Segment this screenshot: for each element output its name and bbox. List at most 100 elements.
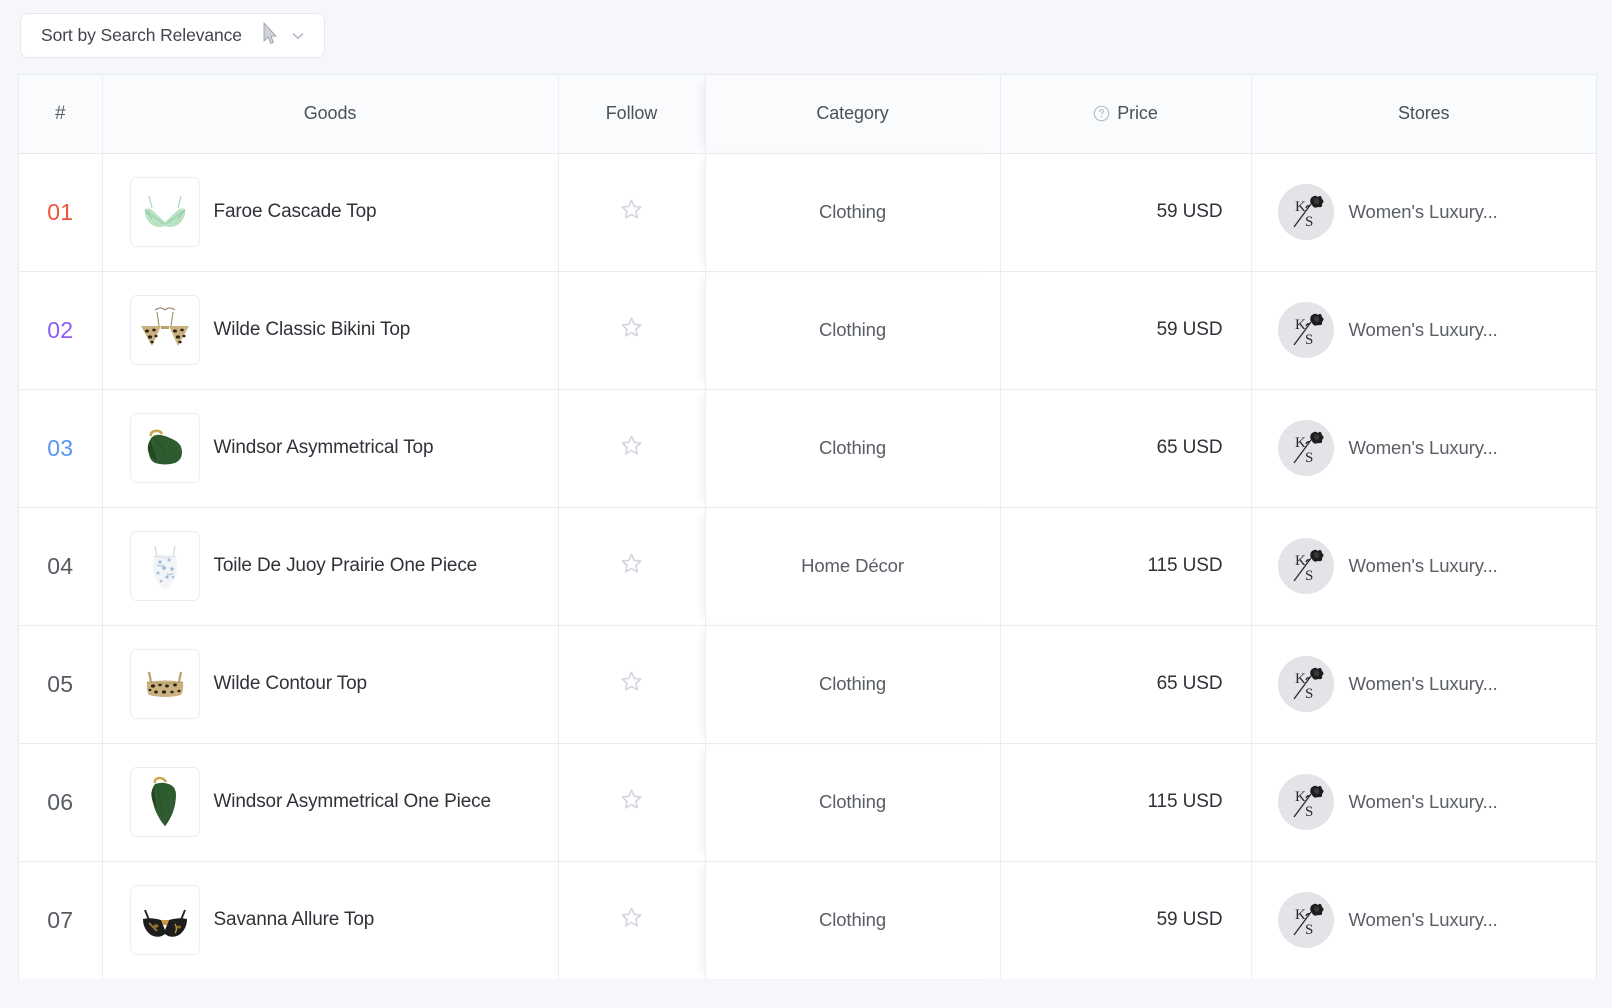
svg-text:S: S <box>1305 804 1313 820</box>
store-avatar-ks-rose-logo[interactable]: K S <box>1277 892 1334 949</box>
row-stores[interactable]: K S Women's Luxury... <box>1251 743 1596 862</box>
row-goods[interactable]: Windsor Asymmetrical Top <box>102 389 559 508</box>
product-name: Toile De Juoy Prairie One Piece <box>213 555 478 576</box>
row-goods[interactable]: Wilde Contour Top <box>102 625 559 744</box>
row-rank: 06 <box>19 743 103 862</box>
column-header-price[interactable]: Price <box>1000 75 1252 154</box>
store-avatar-ks-rose-logo[interactable]: K S <box>1277 420 1334 476</box>
row-follow[interactable] <box>558 153 706 272</box>
product-name: Wilde Classic Bikini Top <box>213 319 411 340</box>
row-goods[interactable]: Savanna Allure Top <box>102 861 559 979</box>
star-outline-icon[interactable] <box>619 197 644 222</box>
svg-text:S: S <box>1305 214 1313 230</box>
star-outline-icon[interactable] <box>619 433 644 458</box>
row-stores[interactable]: K S Women's Luxury... <box>1251 625 1596 744</box>
row-rank: 07 <box>19 861 103 979</box>
store-name: Women's Luxury... <box>1348 319 1498 340</box>
product-thumbnail-black-gold-bra-top[interactable] <box>129 885 200 956</box>
row-rank: 01 <box>19 153 103 272</box>
table-row[interactable]: 06 Windsor Asymmetrical One Piece Clothi… <box>19 743 1596 862</box>
table-header-row: # Goods Follow Category Price Stores <box>19 75 1596 154</box>
column-header-goods-label: Goods <box>303 103 357 124</box>
store-name: Women's Luxury... <box>1348 555 1498 576</box>
column-header-stores[interactable]: Stores <box>1251 75 1596 154</box>
row-stores[interactable]: K S Women's Luxury... <box>1251 861 1596 979</box>
store-avatar-ks-rose-logo[interactable]: K S <box>1277 302 1334 358</box>
row-follow[interactable] <box>558 625 706 744</box>
column-header-category-label: Category <box>816 103 889 124</box>
row-rank: 02 <box>19 271 103 390</box>
row-stores[interactable]: K S Women's Luxury... <box>1251 153 1596 272</box>
star-outline-icon[interactable] <box>619 787 644 812</box>
row-stores[interactable]: K S Women's Luxury... <box>1251 389 1596 508</box>
row-category: Clothing <box>705 271 1001 390</box>
row-price: 115 USD <box>1000 743 1252 862</box>
row-follow[interactable] <box>558 861 706 979</box>
table-row[interactable]: 03 Windsor Asymmetrical Top Clothing 65 … <box>19 389 1596 508</box>
star-outline-icon[interactable] <box>619 905 644 930</box>
product-thumbnail-mint-green-bikini-top[interactable] <box>129 177 200 247</box>
store-name: Women's Luxury... <box>1348 437 1498 458</box>
goods-table-container: # Goods Follow Category Price Stores 01 … <box>18 74 1597 979</box>
column-header-goods[interactable]: Goods <box>102 75 559 154</box>
product-thumbnail-leopard-triangle-bikini-top[interactable] <box>129 295 200 365</box>
row-follow[interactable] <box>558 389 706 508</box>
table-row[interactable]: 05 Wilde Contour Top Clothing 65 USD K S… <box>19 625 1596 744</box>
row-goods[interactable]: Wilde Classic Bikini Top <box>102 271 559 390</box>
row-stores[interactable]: K S Women's Luxury... <box>1251 271 1596 390</box>
row-category: Clothing <box>705 625 1001 744</box>
store-avatar-ks-rose-logo[interactable]: K S <box>1277 656 1334 712</box>
row-follow[interactable] <box>558 507 706 626</box>
row-follow[interactable] <box>558 743 706 862</box>
row-goods[interactable]: Windsor Asymmetrical One Piece <box>102 743 559 862</box>
row-category: Clothing <box>705 861 1001 979</box>
row-category: Clothing <box>705 743 1001 862</box>
column-header-category[interactable]: Category <box>705 75 1001 154</box>
column-header-rank[interactable]: # <box>19 75 103 154</box>
column-header-follow[interactable]: Follow <box>558 75 706 154</box>
chevron-down-icon <box>290 28 306 44</box>
svg-text:S: S <box>1305 686 1313 702</box>
table-row[interactable]: 07 Savanna Allure Top Clothing 59 USD K … <box>19 861 1596 979</box>
svg-text:S: S <box>1305 450 1313 466</box>
product-thumbnail-green-asymmetrical-top[interactable] <box>129 413 200 483</box>
table-header: # Goods Follow Category Price Stores <box>19 75 1596 154</box>
row-goods[interactable]: Toile De Juoy Prairie One Piece <box>102 507 559 626</box>
product-name: Windsor Asymmetrical One Piece <box>213 791 492 812</box>
product-name: Savanna Allure Top <box>213 909 375 931</box>
row-goods[interactable]: Faroe Cascade Top <box>102 153 559 272</box>
toolbar: Sort by Search Relevance <box>0 0 1612 70</box>
product-thumbnail-green-asymmetrical-one-piece[interactable] <box>129 767 200 837</box>
table-row[interactable]: 02 Wilde Classic Bikini Top Clothing 59 … <box>19 271 1596 390</box>
column-header-price-label: Price <box>1117 103 1158 124</box>
table-row[interactable]: 01 Faroe Cascade Top Clothing 59 USD K S… <box>19 153 1596 272</box>
row-follow[interactable] <box>558 271 706 390</box>
svg-text:S: S <box>1305 922 1313 938</box>
row-category: Clothing <box>705 389 1001 508</box>
star-outline-icon[interactable] <box>619 669 644 694</box>
star-outline-icon[interactable] <box>619 551 644 576</box>
svg-text:S: S <box>1305 332 1313 348</box>
row-price: 65 USD <box>1000 389 1252 508</box>
store-avatar-ks-rose-logo[interactable]: K S <box>1277 774 1334 830</box>
row-rank: 05 <box>19 625 103 744</box>
store-avatar-ks-rose-logo[interactable]: K S <box>1277 184 1334 240</box>
sort-dropdown[interactable]: Sort by Search Relevance <box>20 13 325 58</box>
product-thumbnail-toile-print-one-piece[interactable] <box>129 531 200 601</box>
row-price: 59 USD <box>1000 271 1252 390</box>
row-price: 115 USD <box>1000 507 1252 626</box>
table-row[interactable]: 04 Toile De Juoy Prairie One Piece Home … <box>19 507 1596 626</box>
product-name: Wilde Contour Top <box>213 673 368 694</box>
store-avatar-ks-rose-logo[interactable]: K S <box>1277 538 1334 594</box>
store-name: Women's Luxury... <box>1348 791 1498 812</box>
help-circle-icon[interactable] <box>1093 105 1110 122</box>
column-header-follow-label: Follow <box>605 103 658 124</box>
column-header-rank-label: # <box>55 102 66 124</box>
product-thumbnail-leopard-bralette-top[interactable] <box>129 649 200 719</box>
row-rank: 03 <box>19 389 103 508</box>
table-body: 01 Faroe Cascade Top Clothing 59 USD K S… <box>19 153 1596 979</box>
svg-text:S: S <box>1305 568 1313 584</box>
row-stores[interactable]: K S Women's Luxury... <box>1251 507 1596 626</box>
row-price: 59 USD <box>1000 153 1252 272</box>
star-outline-icon[interactable] <box>619 315 644 340</box>
